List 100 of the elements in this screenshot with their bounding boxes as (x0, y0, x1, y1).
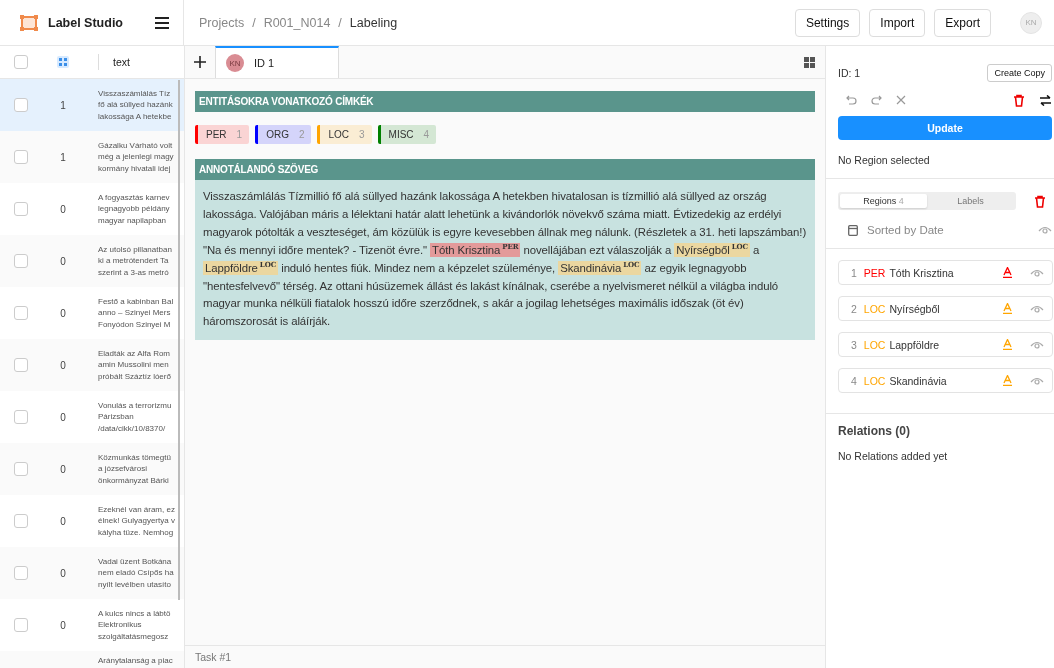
app-name: Label Studio (48, 15, 124, 30)
sort-label[interactable]: Sorted by Date (867, 224, 944, 236)
row-checkbox[interactable] (14, 410, 28, 424)
region-item[interactable]: 1 PER Tóth Krisztina (838, 260, 1053, 285)
row-checkbox[interactable] (14, 98, 28, 112)
text-region-icon (1003, 375, 1012, 386)
table-row[interactable]: 0 Vadai üzent Botkána nem eladó Csípős ha nyílt levélben utasíto (0, 547, 184, 599)
row-checkbox[interactable] (14, 462, 28, 476)
table-cell-text: 0 (59, 359, 67, 371)
breadcrumb-separator: / (252, 15, 256, 30)
swap-icon[interactable] (1039, 94, 1052, 106)
table-cell-text: 0 (59, 411, 67, 423)
section-title: Relations (0) (838, 424, 911, 438)
table-cell-text: Közmunkás tömegtü a józsefvárosi önkormányzat Bárki (98, 451, 172, 487)
table-cell-text: Visszaszámlálás Tíz fő alá süllyed hazánk lakossága A hetekbe (98, 87, 174, 123)
menu-icon[interactable] (155, 16, 169, 29)
region-item[interactable]: 2 LOC Nyírségből (838, 296, 1053, 321)
logo-icon (20, 14, 38, 31)
region-item[interactable]: 4 LOC Skandinávia (838, 368, 1053, 393)
select-all-checkbox[interactable] (14, 55, 28, 69)
redo-icon[interactable] (871, 94, 882, 106)
row-checkbox[interactable] (14, 254, 28, 268)
section-header: ANNOTÁLANDÓ SZÖVEG (195, 159, 815, 180)
breadcrumb-link[interactable]: Projects (199, 15, 245, 30)
regions-tab[interactable]: Regions 4 (840, 194, 927, 208)
table-row[interactable]: 0 Az utolsó pillanatban ki a metrótendert Ta szerint a 3-as metró (0, 235, 184, 287)
column-header[interactable]: text (98, 54, 130, 70)
table-cell-text: Az utolsó pillanatban ki a metrótendert Ta szerint a 3-as metró (98, 243, 173, 279)
grid-icon[interactable] (804, 56, 815, 68)
empty-message: No Relations added yet (838, 450, 949, 462)
region-item[interactable]: 3 LOC Lappföldre (838, 332, 1053, 357)
create-copy-button[interactable]: Create Copy (987, 64, 1052, 82)
grid-icon[interactable] (57, 56, 69, 68)
eye-icon[interactable] (1030, 303, 1044, 314)
status-text: No Region selected (838, 154, 931, 166)
scrollbar[interactable] (178, 80, 180, 600)
eye-icon[interactable] (1030, 375, 1044, 386)
header-button[interactable]: Export (934, 8, 991, 37)
eye-icon[interactable] (1030, 267, 1044, 278)
table-cell-text: Festő a kabinban Bal anno – Szinyei Mers Fonyódon Szinyei M (98, 295, 175, 331)
row-checkbox[interactable] (14, 150, 28, 164)
row-checkbox[interactable] (14, 202, 28, 216)
trash-icon[interactable] (1034, 194, 1046, 208)
table-cell-text: 0 (59, 567, 67, 579)
region-tag: LOC (863, 338, 886, 351)
regions-tab[interactable]: Labels (927, 194, 1014, 208)
row-checkbox[interactable] (14, 306, 28, 320)
region-tag: PER (863, 266, 886, 279)
annotation-tab[interactable]: KN ID 1 (215, 46, 339, 78)
text-region-icon (1003, 339, 1012, 350)
entity-highlight[interactable]: Lappföldre $^{LOC}$ (203, 260, 279, 275)
trash-icon[interactable] (1013, 93, 1025, 107)
table-row[interactable]: 1 Visszaszámlálás Tíz fő alá süllyed hazánk lakossága A hetekbe (0, 79, 184, 131)
row-checkbox[interactable] (14, 358, 28, 372)
text-region-icon (1003, 303, 1012, 314)
table-cell-text: 0 (59, 515, 67, 527)
table-cell-text: 1 (59, 151, 67, 163)
table-cell-text: Gázalku Várható volt még a jelenlegi magy kormány hivatali idej (98, 139, 175, 175)
table-cell-text: Ezeknél van áram, ez élnek! Gulyagyertya v kályha tüze. Nemhog (98, 503, 176, 539)
table-row[interactable]: 1 Gázalku Várható volt még a jelenlegi magy kormány hivatali idej (0, 131, 184, 183)
section-header: ENTITÁSOKRA VONATKOZÓ CÍMKÉK (195, 91, 815, 112)
table-row[interactable]: Aránytalanság a piac (0, 651, 184, 668)
eye-icon[interactable] (1038, 225, 1052, 235)
header-button[interactable]: Settings (794, 8, 861, 37)
label-chip[interactable]: ORG 2 (255, 125, 312, 144)
breadcrumb-separator: / (338, 15, 342, 30)
table-cell-text: A fogyasztás karnev legnagyobb példány magyar napilapban (98, 191, 171, 227)
row-checkbox[interactable] (14, 618, 28, 632)
header-button[interactable]: Import (869, 8, 926, 37)
tab-label: ID 1 (254, 57, 275, 69)
table-cell-text: A kulcs nincs a lábtö Elektronikus szolgáltatásmegosz (98, 607, 172, 643)
table-cell-text: 0 (59, 255, 67, 267)
row-checkbox[interactable] (14, 514, 28, 528)
calendar-icon[interactable] (848, 224, 858, 236)
table-cell-text: 0 (59, 307, 67, 319)
task-label: Task #1 (195, 651, 232, 663)
entity-highlight[interactable]: Tóth Krisztina $^{PER}$ (430, 242, 521, 257)
table-row[interactable]: 0 Eladták az Alfa Rom amin Mussolini men próbált Száztíz lóerő (0, 339, 184, 391)
label-chip[interactable]: PER 1 (195, 125, 250, 144)
table-cell-text: Eladták az Alfa Rom amin Mussolini men próbált Száztíz lóerő (98, 347, 172, 383)
label-chip[interactable]: MISC 4 (377, 125, 437, 144)
annotated-text: Visszaszámlálás Tízmillió fő alá süllyed hazánk lakossága A hetekben hivatalosan is tízmillió alá süllyed az ország lakossága. Valójában máris a lélektani határ alatt lehetünk a kivándorlók növekvő száma miatt. Évtizedekig az erdélyi magyarok pótolták a veszteséget, ám közülük is egyre kevesebben állnak meg nálunk. (Részletek a 31. heti lapszámban!) "Na és mennyi időre mentek? - Tizenöt évre." Tóth Krisztina $^{PER}$ novellájában ezt válaszolják a Nyírségből $^{LOC}$ a Lappföldre $^{LOC}$ induló hentes fiúk. Mindez nem a képzelet szüleménye, Skandinávia $^{LOC}$ az egyik legnagyobb "hentesfelvevő" térség. Az ottani húsüzemek állást és lakást kínálnak, cserébe a nyelvismeret nélkül a világba induló magyar munka nélküli fiatalok hosszú időre szerződnek, s akár a jogilag lehetséges maximális időszak (öt év) háromszorosát is aláírják. (195, 180, 815, 341)
add-icon[interactable] (194, 56, 206, 68)
table-cell-text: 0 (59, 463, 67, 475)
region-tag: LOC (863, 374, 886, 387)
table-cell-text: 0 (59, 619, 67, 631)
user-avatar: KN (226, 54, 244, 72)
text-region-icon (1003, 267, 1012, 278)
entity-highlight[interactable]: Nyírségből $^{LOC}$ (674, 242, 751, 257)
breadcrumb-link[interactable]: R001_N014 (263, 15, 331, 30)
undo-icon[interactable] (846, 94, 857, 106)
table-cell-text: 0 (59, 203, 67, 215)
table-cell-text: Vonulás a terrorizmu Párizsban /data/cikk/10/8370/ (98, 399, 173, 435)
table-row[interactable]: 0 Közmunkás tömegtü a józsefvárosi önkormányzat Bárki (0, 443, 184, 495)
close-icon[interactable] (896, 95, 906, 105)
row-checkbox[interactable] (14, 566, 28, 580)
eye-icon[interactable] (1030, 339, 1044, 350)
annotation-id: ID: 1 (838, 67, 861, 79)
label-chip[interactable]: LOC 3 (317, 125, 372, 144)
entity-highlight[interactable]: Skandinávia $^{LOC}$ (558, 260, 642, 275)
